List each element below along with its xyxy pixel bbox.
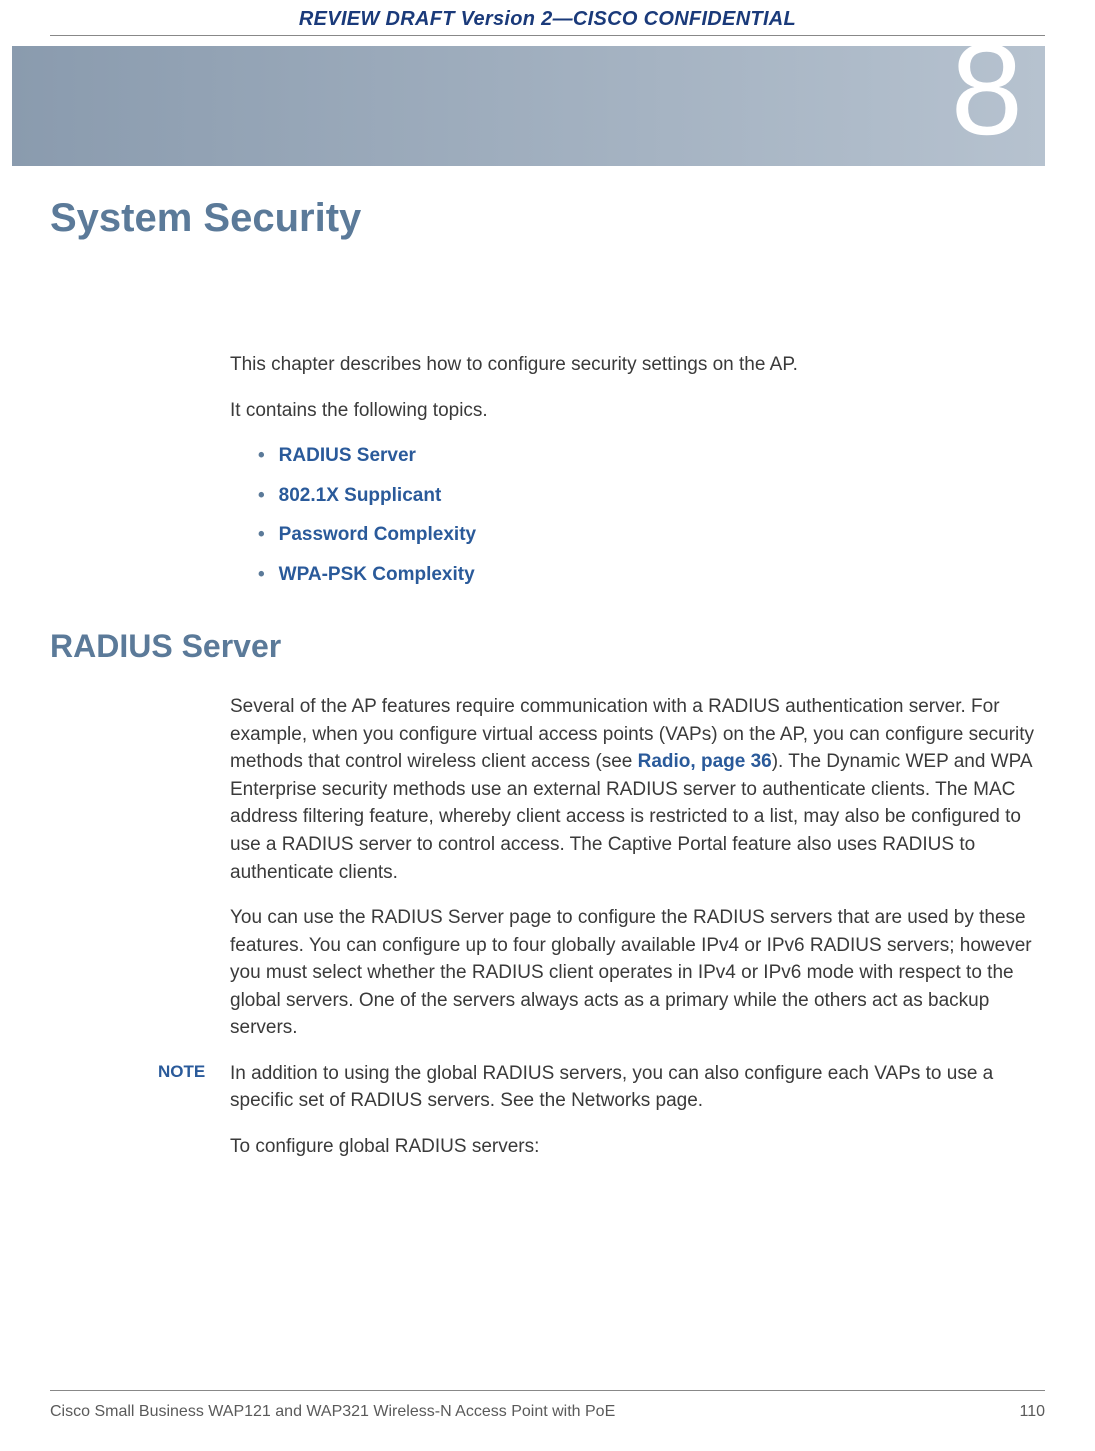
topic-link-radius[interactable]: RADIUS Server — [279, 445, 416, 466]
chapter-title: System Security — [50, 196, 1095, 241]
topic-link-password[interactable]: Password Complexity — [279, 524, 476, 545]
topic-link-wpapsk[interactable]: WPA-PSK Complexity — [279, 564, 475, 585]
topic-list: • RADIUS Server • 802.1X Supplicant • Passw… — [258, 442, 1040, 588]
section-heading-radius: RADIUS Server — [50, 628, 1095, 665]
section-para-2: You can use the RADIUS Server page to co… — [230, 904, 1040, 1042]
note-block: NOTE In addition to using the global RAD… — [230, 1060, 1040, 1115]
footer-rule — [50, 1390, 1045, 1391]
topic-item-8021x: • 802.1X Supplicant — [258, 482, 1040, 510]
content-area: This chapter describes how to configure … — [230, 351, 1040, 588]
topic-item-password: • Password Complexity — [258, 521, 1040, 549]
bullet-icon: • — [258, 445, 265, 466]
footer: Cisco Small Business WAP121 and WAP321 W… — [50, 1403, 1045, 1421]
bullet-icon: • — [258, 485, 265, 506]
chapter-band: 8 — [12, 46, 1045, 166]
section-content: Several of the AP features require commu… — [230, 693, 1040, 1160]
note-text: In addition to using the global RADIUS s… — [230, 1060, 1040, 1115]
topic-item-radius: • RADIUS Server — [258, 442, 1040, 470]
page-number: 110 — [1019, 1403, 1045, 1421]
topic-link-8021x[interactable]: 802.1X Supplicant — [279, 485, 442, 506]
section-para-3: To configure global RADIUS servers: — [230, 1133, 1040, 1161]
intro-para-2: It contains the following topics. — [230, 397, 1040, 425]
top-rule — [50, 35, 1045, 36]
note-label: NOTE — [158, 1060, 205, 1085]
footer-left: Cisco Small Business WAP121 and WAP321 W… — [50, 1403, 615, 1421]
draft-header: REVIEW DRAFT Version 2—CISCO CONFIDENTIA… — [0, 0, 1095, 35]
section-para-1: Several of the AP features require commu… — [230, 693, 1040, 886]
bullet-icon: • — [258, 564, 265, 585]
bullet-icon: • — [258, 524, 265, 545]
intro-para-1: This chapter describes how to configure … — [230, 351, 1040, 379]
topic-item-wpapsk: • WPA-PSK Complexity — [258, 561, 1040, 589]
chapter-number: 8 — [951, 14, 1023, 164]
link-radio-page36[interactable]: Radio, page 36 — [638, 751, 772, 772]
